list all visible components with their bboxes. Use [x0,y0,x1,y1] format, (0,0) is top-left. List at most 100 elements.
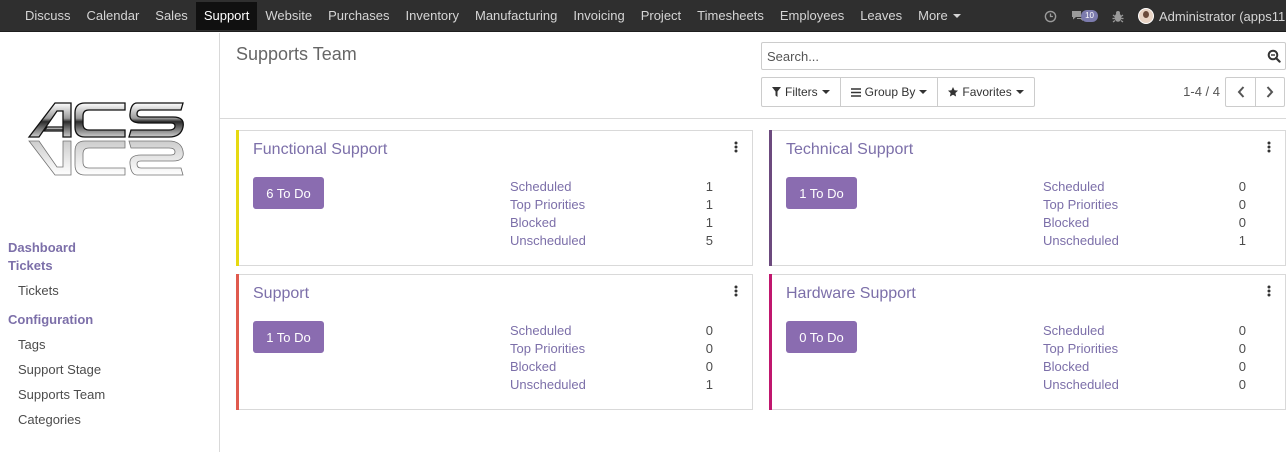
menu-calendar[interactable]: Calendar [79,2,148,30]
more-options-icon[interactable] [734,141,738,156]
stat-row-unscheduled[interactable]: Unscheduled 1 [1043,232,1246,250]
stat-row-top-priorities[interactable]: Top Priorities 0 [510,340,713,358]
stat-label[interactable]: Unscheduled [1043,376,1119,394]
team-card-support[interactable]: Support 1 To Do Scheduled 0 Top Prioritie… [236,274,753,410]
menu-website[interactable]: Website [257,2,320,30]
stat-label[interactable]: Unscheduled [1043,232,1119,250]
team-card-functional-support[interactable]: Functional Support 6 To Do Scheduled 1 To… [236,130,753,266]
stat-row-top-priorities[interactable]: Top Priorities 1 [510,196,713,214]
stat-label[interactable]: Blocked [510,358,556,376]
stat-label[interactable]: Unscheduled [510,232,586,250]
filter-icon [772,87,781,97]
menu-leaves[interactable]: Leaves [852,2,910,30]
stat-label[interactable]: Blocked [510,214,556,232]
sidebar-section-configuration[interactable]: Configuration [8,312,93,327]
stat-row-unscheduled[interactable]: Unscheduled 0 [1043,376,1246,394]
user-name: Administrator (apps11 [1159,8,1286,24]
stat-row-scheduled[interactable]: Scheduled 0 [1043,178,1246,196]
stat-label[interactable]: Scheduled [510,322,571,340]
menu-invoicing[interactable]: Invoicing [565,2,632,30]
todo-button[interactable]: 6 To Do [253,177,324,209]
group-by-button[interactable]: Group By [841,78,939,106]
group-by-label: Group By [864,85,916,99]
menu-support[interactable]: Support [195,1,258,30]
stat-value: 0 [705,323,713,338]
todo-button[interactable]: 1 To Do [786,177,857,209]
caret-down-icon [821,90,830,94]
menu-employees[interactable]: Employees [772,2,852,30]
team-name[interactable]: Technical Support [786,141,913,159]
stat-row-unscheduled[interactable]: Unscheduled 1 [510,376,713,394]
stat-label[interactable]: Scheduled [1043,322,1104,340]
stat-label[interactable]: Blocked [1043,358,1089,376]
more-options-icon[interactable] [1267,141,1271,156]
caret-down-icon [952,13,961,18]
filters-button[interactable]: Filters [762,78,841,106]
menu-purchases[interactable]: Purchases [320,2,397,30]
menu-discuss[interactable]: Discuss [17,2,79,30]
menu-manufacturing[interactable]: Manufacturing [467,2,565,30]
sidebar-item-categories[interactable]: Categories [18,412,81,427]
stat-label[interactable]: Scheduled [1043,178,1104,196]
sidebar-item-tickets[interactable]: Tickets [18,283,59,298]
user-menu[interactable]: Administrator (apps11 [1138,8,1286,24]
stat-value: 1 [1238,233,1246,248]
team-name[interactable]: Hardware Support [786,285,916,303]
team-name[interactable]: Support [253,285,309,303]
star-icon [948,87,959,97]
clock-icon[interactable] [1044,10,1057,23]
messages-button[interactable]: 10 [1071,10,1098,22]
sidebar-item-support-stage[interactable]: Support Stage [18,362,101,377]
todo-button[interactable]: 0 To Do [786,321,857,353]
stat-value: 1 [705,197,713,212]
stat-row-blocked[interactable]: Blocked 0 [1043,214,1246,232]
stat-row-top-priorities[interactable]: Top Priorities 0 [1043,196,1246,214]
stat-row-blocked[interactable]: Blocked 1 [510,214,713,232]
systray: 10 Administrator (apps11 [1044,0,1286,32]
menu-more-label: More [918,8,948,23]
menu-more[interactable]: More [910,2,969,30]
menu-timesheets[interactable]: Timesheets [689,2,772,30]
team-name[interactable]: Functional Support [253,141,387,159]
stat-label[interactable]: Top Priorities [510,196,585,214]
sidebar-section-tickets[interactable]: Tickets [8,258,53,273]
stat-label[interactable]: Top Priorities [1043,196,1118,214]
stat-row-top-priorities[interactable]: Top Priorities 0 [1043,340,1246,358]
stat-row-blocked[interactable]: Blocked 0 [510,358,713,376]
pager-next-button[interactable] [1255,78,1284,106]
stat-label[interactable]: Top Priorities [1043,340,1118,358]
todo-button[interactable]: 1 To Do [253,321,324,353]
menu-project[interactable]: Project [633,2,689,30]
stat-value: 0 [1238,359,1246,374]
team-card-hardware-support[interactable]: Hardware Support 0 To Do Scheduled 0 Top … [769,274,1286,410]
sidebar-item-tags[interactable]: Tags [18,337,45,352]
color-stripe [236,130,239,266]
more-options-icon[interactable] [734,285,738,300]
stat-row-scheduled[interactable]: Scheduled 0 [1043,322,1246,340]
stat-row-unscheduled[interactable]: Unscheduled 5 [510,232,713,250]
sidebar-item-supports-team[interactable]: Supports Team [18,387,105,402]
pager-value: 1-4 / 4 [1183,84,1220,99]
team-card-technical-support[interactable]: Technical Support 1 To Do Scheduled 0 Top… [769,130,1286,266]
search-input[interactable] [762,44,1263,68]
favorites-button[interactable]: Favorites [938,78,1033,106]
search-icon[interactable] [1263,49,1285,63]
menu-inventory[interactable]: Inventory [398,2,467,30]
stat-row-scheduled[interactable]: Scheduled 1 [510,178,713,196]
menu-sales[interactable]: Sales [147,2,196,30]
top-navbar: Discuss Calendar Sales Support Website P… [0,0,1286,32]
stat-row-blocked[interactable]: Blocked 0 [1043,358,1246,376]
bug-icon[interactable] [1112,10,1124,23]
stat-label[interactable]: Top Priorities [510,340,585,358]
stat-value: 1 [705,377,713,392]
stat-label[interactable]: Scheduled [510,178,571,196]
pager-previous-button[interactable] [1226,78,1255,106]
search-box [761,42,1286,70]
stat-row-scheduled[interactable]: Scheduled 0 [510,322,713,340]
pager-buttons [1225,77,1285,107]
stat-label[interactable]: Blocked [1043,214,1089,232]
more-options-icon[interactable] [1267,285,1271,300]
stat-label[interactable]: Unscheduled [510,376,586,394]
sidebar-section-dashboard[interactable]: Dashboard [8,240,76,255]
app-sidebar: Dashboard Tickets Tickets Configuration … [0,33,220,452]
